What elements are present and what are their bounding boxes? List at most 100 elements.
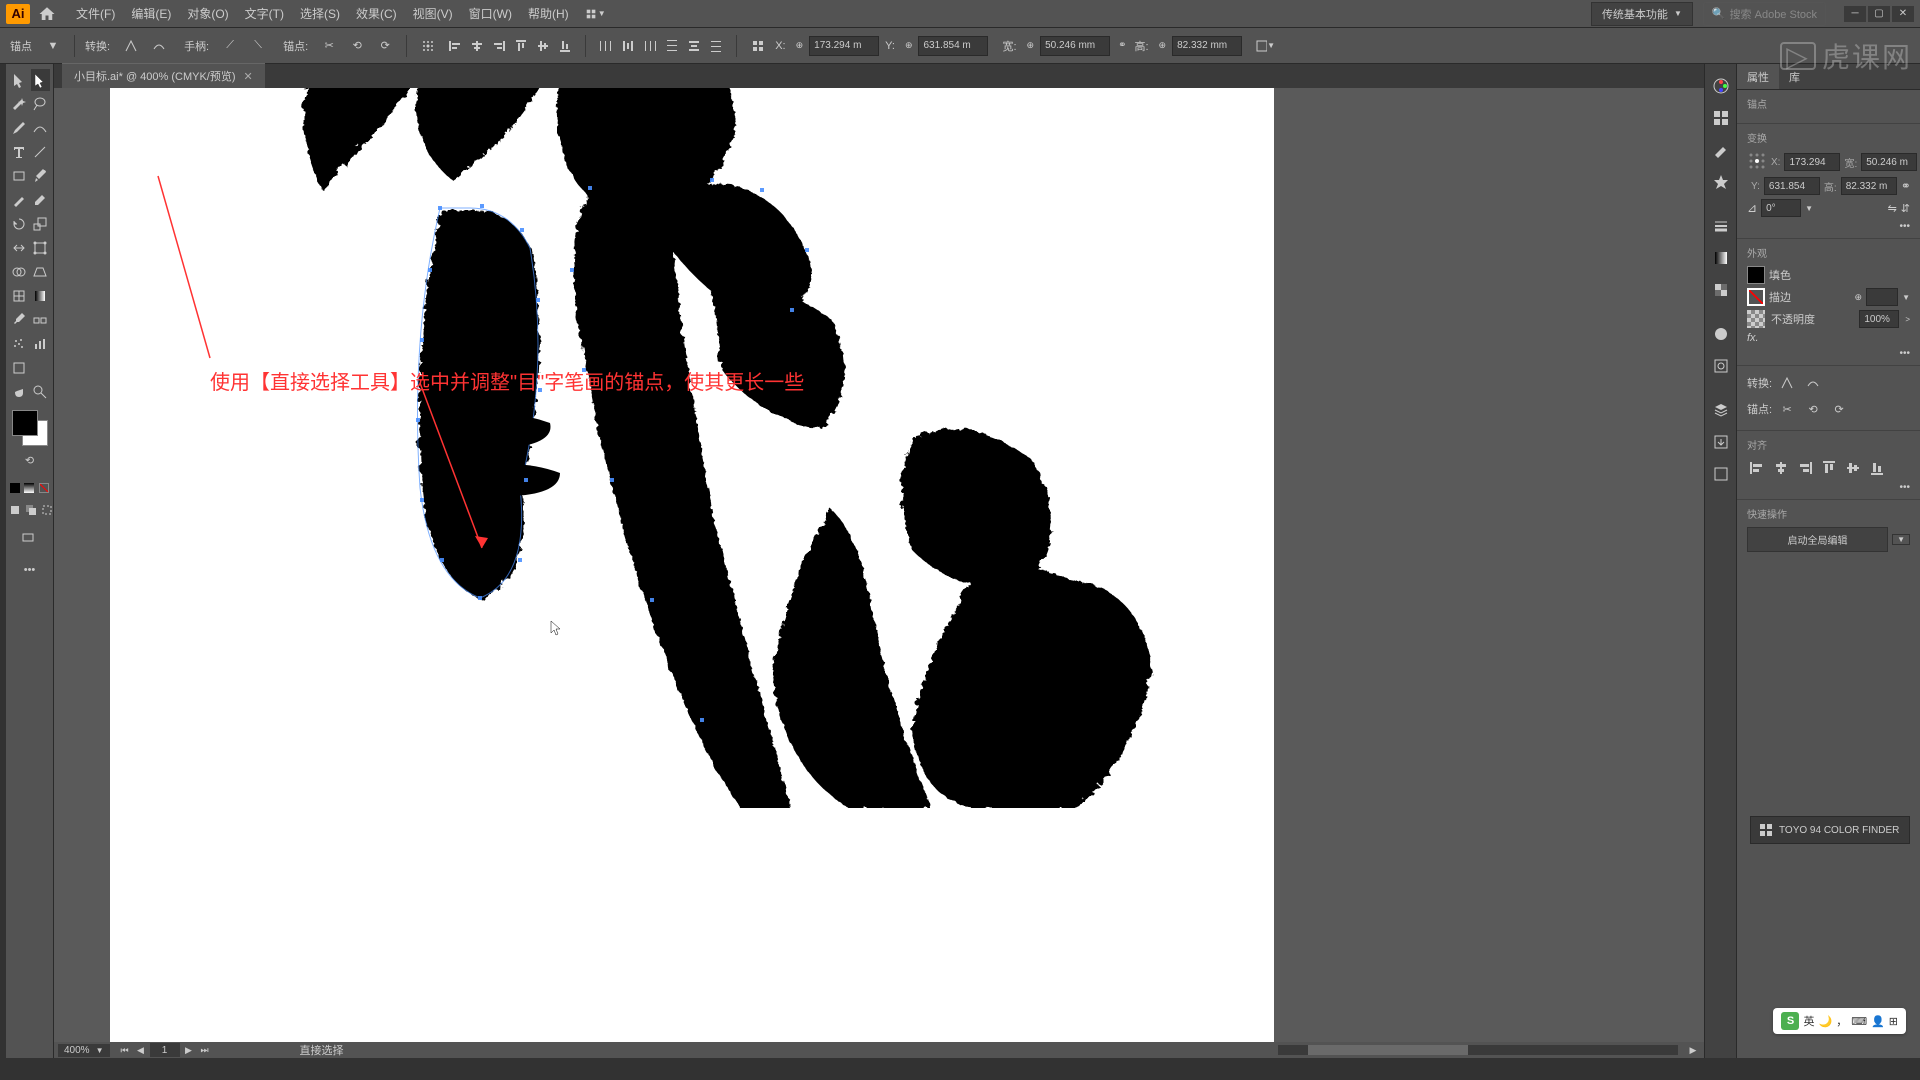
dist-vcenter-icon[interactable] [684, 36, 704, 56]
properties-tab[interactable]: 属性 [1737, 64, 1779, 89]
direct-selection-tool[interactable] [31, 69, 51, 91]
flip-v-icon[interactable]: ⇵ [1901, 202, 1910, 215]
p-align-top[interactable] [1819, 458, 1839, 478]
pen-tool[interactable] [9, 117, 29, 139]
stroke-panel-icon[interactable] [1707, 212, 1735, 240]
appearance-more-icon[interactable]: ••• [1747, 348, 1910, 359]
eraser-tool[interactable] [31, 189, 51, 211]
home-icon[interactable] [38, 5, 56, 23]
rotate-tool[interactable] [9, 213, 29, 235]
draw-inside[interactable] [41, 501, 55, 523]
arrange-docs-icon[interactable]: ▼ [585, 3, 607, 25]
align-hcenter-icon[interactable] [467, 36, 487, 56]
mesh-tool[interactable] [9, 285, 29, 307]
zoom-tool[interactable] [31, 381, 51, 403]
graphic-styles-panel-icon[interactable] [1707, 352, 1735, 380]
scroll-right-icon[interactable]: ▶ [1686, 1043, 1700, 1057]
line-tool[interactable] [31, 141, 51, 163]
gradient-tool[interactable] [31, 285, 51, 307]
brushes-panel-icon[interactable] [1707, 136, 1735, 164]
shaper-tool[interactable] [9, 189, 29, 211]
y-input[interactable] [918, 36, 988, 56]
transparency-panel-icon[interactable] [1707, 276, 1735, 304]
shape-builder-tool[interactable] [9, 261, 29, 283]
document-tab[interactable]: 小目标.ai* @ 400% (CMYK/预览) ✕ [62, 63, 265, 88]
prop-x-input[interactable] [1784, 153, 1840, 171]
remove-anchor-btn[interactable]: ✂ [1776, 398, 1798, 420]
menu-view[interactable]: 视图(V) [405, 0, 461, 28]
scale-tool[interactable] [31, 213, 51, 235]
appearance-panel-icon[interactable] [1707, 320, 1735, 348]
align-bottom-icon[interactable] [555, 36, 575, 56]
h-scrollbar[interactable] [1278, 1045, 1678, 1055]
selection-tool[interactable] [9, 69, 29, 91]
convert-corner-icon[interactable] [120, 35, 142, 57]
x-input[interactable] [809, 36, 879, 56]
shape-dropdown-icon[interactable]: ▼ [1254, 35, 1276, 57]
convert-corner-btn[interactable] [1776, 372, 1798, 394]
layers-panel-icon[interactable] [1707, 396, 1735, 424]
align-vcenter-icon[interactable] [533, 36, 553, 56]
menu-select[interactable]: 选择(S) [292, 0, 348, 28]
cut-path-btn[interactable]: ⟳ [1828, 398, 1850, 420]
last-page-icon[interactable]: ⏭ [198, 1043, 212, 1057]
opacity-input[interactable] [1859, 310, 1899, 328]
symbol-sprayer-tool[interactable] [9, 333, 29, 355]
stroke-width-input[interactable] [1866, 288, 1898, 306]
menu-type[interactable]: 文字(T) [237, 0, 292, 28]
close-button[interactable]: ✕ [1892, 6, 1914, 22]
canvas[interactable]: 使用【直接选择工具】选中并调整"目"字笔画的锚点，使其更长一些 [54, 88, 1704, 1042]
workspace-dropdown[interactable]: 传统基本功能▼ [1591, 2, 1693, 26]
convert-smooth-icon[interactable] [148, 35, 170, 57]
color-panel-icon[interactable] [1707, 72, 1735, 100]
convert-smooth-btn[interactable] [1802, 372, 1824, 394]
next-page-icon[interactable]: ▶ [182, 1043, 196, 1057]
menu-edit[interactable]: 编辑(E) [123, 0, 179, 28]
color-finder-panel[interactable]: TOYO 94 COLOR FINDER [1750, 816, 1910, 844]
h-input[interactable] [1172, 36, 1242, 56]
dist-right-icon[interactable] [640, 36, 660, 56]
perspective-tool[interactable] [31, 261, 51, 283]
prop-angle-input[interactable] [1761, 199, 1801, 217]
fill-swatch[interactable] [1747, 266, 1765, 284]
lasso-tool[interactable] [31, 93, 51, 115]
align-right-icon[interactable] [489, 36, 509, 56]
search-stock[interactable]: 🔍搜索 Adobe Stock [1703, 2, 1826, 26]
prop-y-input[interactable] [1764, 177, 1820, 195]
column-graph-tool[interactable] [31, 333, 51, 355]
slice-tool[interactable] [31, 357, 51, 379]
screen-mode-icon[interactable] [19, 529, 41, 551]
menu-object[interactable]: 对象(O) [179, 0, 236, 28]
prev-page-icon[interactable]: ◀ [134, 1043, 148, 1057]
ref-point-selector[interactable] [1747, 151, 1767, 173]
flip-h-icon[interactable]: ⇋ [1888, 202, 1897, 215]
menu-window[interactable]: 窗口(W) [461, 0, 520, 28]
gradient-mode[interactable] [23, 477, 35, 499]
ime-indicator[interactable]: S 英 🌙 ， ⌨ 👤 ⊞ [1773, 1008, 1906, 1034]
page-input[interactable] [150, 1043, 180, 1057]
handle-hide-icon[interactable]: ⟍ [247, 35, 269, 57]
connect-anchor-icon[interactable]: ⟲ [346, 35, 368, 57]
handle-show-icon[interactable]: ⟋ [219, 35, 241, 57]
isolate-icon[interactable] [747, 35, 769, 57]
rectangle-tool[interactable] [9, 165, 29, 187]
blend-tool[interactable] [31, 309, 51, 331]
artboard-tool[interactable] [9, 357, 29, 379]
stroke-swatch[interactable] [1747, 288, 1765, 306]
fill-mode[interactable] [9, 477, 21, 499]
align-top-icon[interactable] [511, 36, 531, 56]
fg-color[interactable] [12, 410, 38, 436]
gradient-panel-icon[interactable] [1707, 244, 1735, 272]
connect-path-btn[interactable]: ⟲ [1802, 398, 1824, 420]
paintbrush-tool[interactable] [31, 165, 51, 187]
w-input[interactable] [1040, 36, 1110, 56]
more-options-icon[interactable]: ••• [1747, 221, 1910, 232]
tab-close-icon[interactable]: ✕ [244, 70, 253, 83]
align-left-icon[interactable] [445, 36, 465, 56]
hand-tool[interactable] [9, 381, 29, 403]
width-tool[interactable] [9, 237, 29, 259]
menu-help[interactable]: 帮助(H) [520, 0, 577, 28]
zoom-dropdown[interactable]: 400%▼ [58, 1044, 110, 1057]
eyedropper-tool[interactable] [9, 309, 29, 331]
type-tool[interactable] [9, 141, 29, 163]
